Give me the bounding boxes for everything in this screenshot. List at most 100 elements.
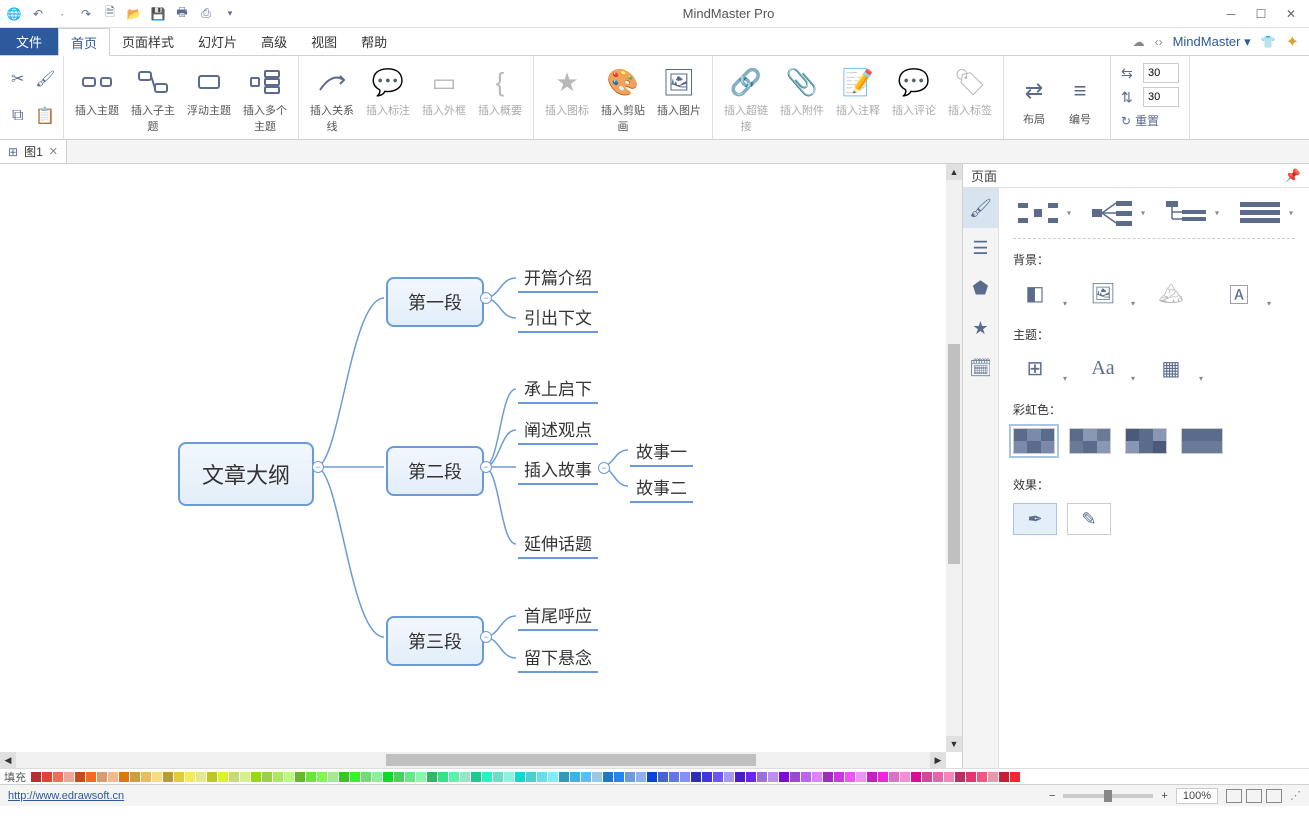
color-swatch[interactable]	[911, 772, 921, 782]
reset-button[interactable]: ↻ 重置	[1121, 112, 1179, 129]
color-swatch[interactable]	[416, 772, 426, 782]
color-swatch[interactable]	[944, 772, 954, 782]
insert-topic-button[interactable]: 插入主题	[70, 60, 124, 135]
color-swatch[interactable]	[405, 772, 415, 782]
vertical-scrollbar[interactable]: ▲ ▼	[946, 164, 962, 752]
paste-icon[interactable]: 📋	[34, 105, 58, 127]
effect-sketch[interactable]: ✎	[1067, 503, 1111, 535]
insert-multi-topic-button[interactable]: 插入多个主题	[238, 60, 292, 135]
color-swatch[interactable]	[273, 772, 283, 782]
color-swatch[interactable]	[713, 772, 723, 782]
globe-icon[interactable]: 🌐	[4, 4, 24, 24]
color-swatch[interactable]	[889, 772, 899, 782]
color-swatch[interactable]	[581, 772, 591, 782]
color-swatch[interactable]	[691, 772, 701, 782]
mindmap-root[interactable]: 文章大纲	[178, 442, 314, 506]
resize-grip-icon[interactable]: ⋰	[1290, 789, 1301, 802]
color-swatch[interactable]	[702, 772, 712, 782]
new-icon[interactable]: 🗎	[100, 4, 120, 24]
color-swatch[interactable]	[757, 772, 767, 782]
cloud-icon[interactable]: ☁	[1133, 35, 1145, 49]
color-swatch[interactable]	[603, 772, 613, 782]
color-swatch[interactable]	[284, 772, 294, 782]
color-swatch[interactable]	[427, 772, 437, 782]
color-swatch[interactable]	[515, 772, 525, 782]
zoom-value[interactable]: 100%	[1176, 788, 1218, 804]
collapse-sec1[interactable]: −	[480, 292, 492, 304]
h-spacing-input[interactable]	[1143, 63, 1179, 83]
sidetab-task[interactable]: 🗓	[963, 348, 998, 388]
structure-radial[interactable]: ▾	[1013, 198, 1063, 228]
tab-advanced[interactable]: 高级	[249, 28, 299, 55]
color-swatch[interactable]	[86, 772, 96, 782]
collapse-leaf23[interactable]: −	[598, 462, 610, 474]
color-swatch[interactable]	[251, 772, 261, 782]
maximize-button[interactable]: ☐	[1247, 4, 1275, 24]
color-swatch[interactable]	[592, 772, 602, 782]
insert-relation-button[interactable]: 插入关系线	[305, 60, 359, 135]
color-swatch[interactable]	[1010, 772, 1020, 782]
bg-watermark[interactable]: 🄰▾	[1217, 278, 1261, 308]
status-url[interactable]: http://www.edrawsoft.cn	[8, 790, 124, 802]
color-swatch[interactable]	[141, 772, 151, 782]
color-swatch[interactable]	[570, 772, 580, 782]
collapse-root[interactable]: −	[312, 461, 324, 473]
collapse-sec2[interactable]: −	[480, 461, 492, 473]
color-swatch[interactable]	[537, 772, 547, 782]
leaf-2-1[interactable]: 承上启下	[518, 373, 598, 404]
color-swatch[interactable]	[625, 772, 635, 782]
tab-page-style[interactable]: 页面样式	[110, 28, 186, 55]
effect-pen[interactable]: ✒	[1013, 503, 1057, 535]
rainbow-1[interactable]	[1013, 428, 1055, 454]
color-swatch[interactable]	[856, 772, 866, 782]
close-button[interactable]: ✕	[1277, 4, 1305, 24]
rainbow-2[interactable]	[1069, 428, 1111, 454]
tab-home[interactable]: 首页	[58, 28, 110, 56]
color-swatch[interactable]	[493, 772, 503, 782]
collapse-sec3[interactable]: −	[480, 631, 492, 643]
color-swatch[interactable]	[262, 772, 272, 782]
tshirt-icon[interactable]: 👕	[1261, 35, 1276, 49]
color-swatch[interactable]	[955, 772, 965, 782]
color-swatch[interactable]	[229, 772, 239, 782]
color-swatch[interactable]	[240, 772, 250, 782]
scroll-down-icon[interactable]: ▼	[946, 736, 962, 752]
tab-view[interactable]: 视图	[299, 28, 349, 55]
sidetab-icons[interactable]: ⬟	[963, 268, 998, 308]
leaf-2-3[interactable]: 插入故事	[518, 454, 598, 485]
color-swatch[interactable]	[845, 772, 855, 782]
view-mode-1[interactable]	[1226, 789, 1242, 803]
structure-tree[interactable]: ▾	[1161, 198, 1211, 228]
color-swatch[interactable]	[922, 772, 932, 782]
color-swatch[interactable]	[207, 772, 217, 782]
print-icon[interactable]: 🖶	[172, 4, 192, 24]
color-swatch[interactable]	[977, 772, 987, 782]
copy-icon[interactable]: ⧉	[6, 105, 30, 127]
color-swatch[interactable]	[933, 772, 943, 782]
format-paint-icon[interactable]: 🖌	[34, 68, 58, 90]
zoom-slider[interactable]	[1063, 794, 1153, 798]
color-swatch[interactable]	[900, 772, 910, 782]
color-swatch[interactable]	[108, 772, 118, 782]
color-swatch[interactable]	[823, 772, 833, 782]
horizontal-scrollbar[interactable]: ◀ ▶	[0, 752, 946, 768]
structure-right[interactable]: ▾	[1087, 198, 1137, 228]
color-swatch[interactable]	[438, 772, 448, 782]
color-swatch[interactable]	[669, 772, 679, 782]
scroll-right-icon[interactable]: ▶	[930, 752, 946, 768]
layout-button[interactable]: ⇄布局	[1014, 69, 1054, 127]
color-swatch[interactable]	[526, 772, 536, 782]
scroll-left-icon[interactable]: ◀	[0, 752, 16, 768]
cut-icon[interactable]: ✂	[6, 68, 30, 90]
color-swatch[interactable]	[64, 772, 74, 782]
color-swatch[interactable]	[449, 772, 459, 782]
color-swatch[interactable]	[724, 772, 734, 782]
color-swatch[interactable]	[559, 772, 569, 782]
color-swatch[interactable]	[306, 772, 316, 782]
structure-list[interactable]: ▾	[1235, 198, 1285, 228]
theme-style[interactable]: ⊞▾	[1013, 353, 1057, 383]
sidetab-outline[interactable]: ☰	[963, 228, 998, 268]
sidetab-clipart[interactable]: ★	[963, 308, 998, 348]
doctab-1[interactable]: ⊞ 图1 ✕	[0, 140, 67, 163]
share-icon[interactable]: ‹›	[1155, 35, 1163, 49]
